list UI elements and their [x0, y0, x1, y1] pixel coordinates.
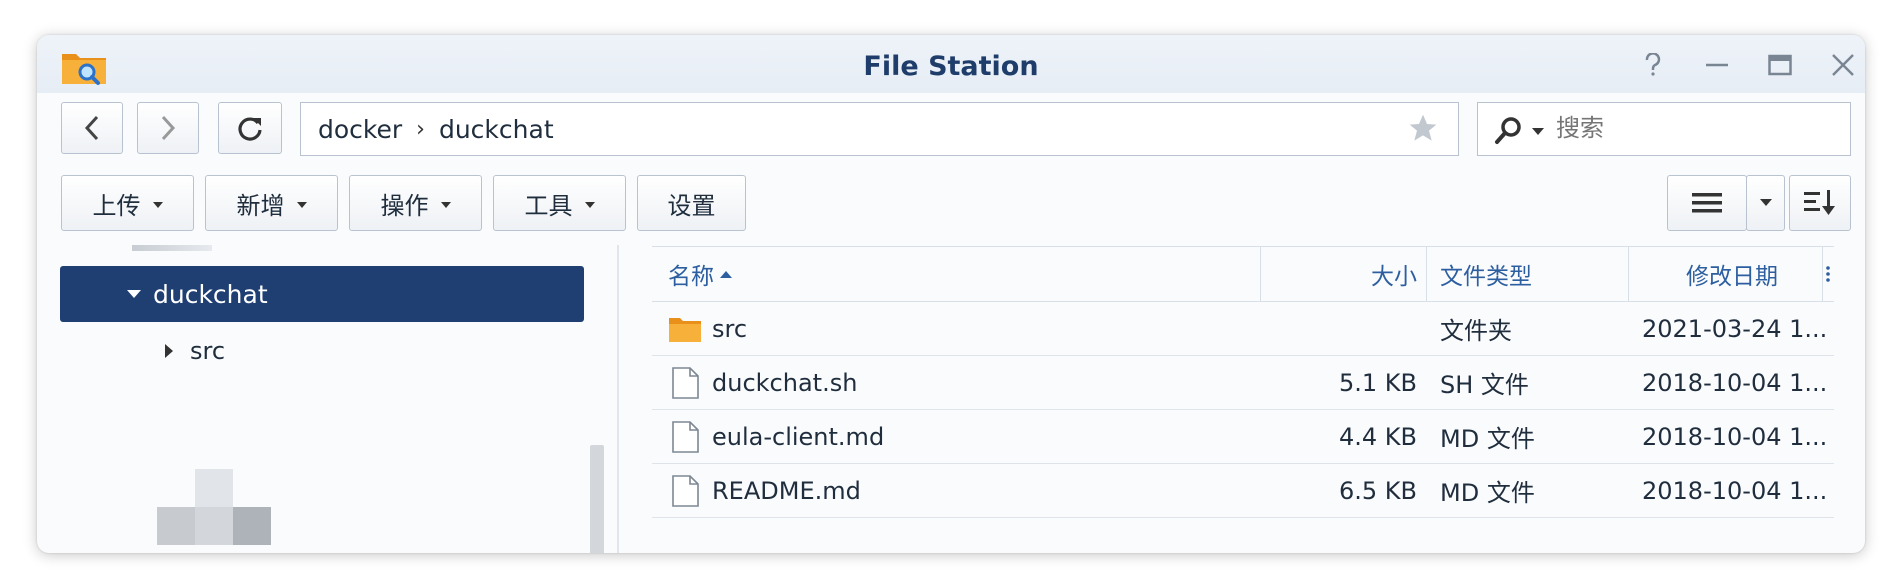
more-vertical-icon: [1826, 266, 1830, 282]
action-button[interactable]: 操作: [349, 175, 482, 231]
file-icon: [672, 474, 699, 507]
table-row[interactable]: duckchat.sh 5.1 KB SH 文件 2018-10-04 1...: [652, 356, 1834, 410]
upload-button[interactable]: 上传: [61, 175, 194, 231]
settings-button[interactable]: 设置: [637, 175, 746, 231]
column-type-header[interactable]: 文件类型: [1440, 247, 1532, 301]
maximize-button[interactable]: [1765, 51, 1795, 79]
folder-tree: duckchat src: [37, 245, 609, 553]
folder-icon: [669, 317, 701, 342]
breadcrumb-duckchat[interactable]: duckchat: [439, 115, 554, 144]
create-label: 新增: [236, 191, 285, 220]
column-modified-header[interactable]: 修改日期: [1628, 247, 1778, 301]
file-name-cell: duckchat.sh: [668, 356, 857, 409]
tree-item-src[interactable]: src: [165, 337, 225, 365]
file-type: MD 文件: [1440, 479, 1535, 507]
tree-partial-item: [132, 245, 212, 251]
file-list: 名称 大小 文件类型 修改日期 src 文件夹 2021-03-24 1... …: [652, 246, 1834, 518]
file-icon: [672, 366, 699, 399]
file-name-cell: src: [668, 302, 747, 355]
path-bar[interactable]: docker › duckchat: [300, 102, 1459, 156]
view-mode-button[interactable]: [1667, 175, 1747, 231]
file-icon: [672, 420, 699, 453]
tree-item-label: duckchat: [153, 279, 268, 309]
chevron-left-icon: [84, 115, 99, 141]
column-name-header[interactable]: 名称: [668, 247, 732, 301]
minimize-button[interactable]: [1702, 51, 1732, 79]
file-size: 6.5 KB: [1339, 476, 1417, 505]
table-row[interactable]: eula-client.md 4.4 KB MD 文件 2018-10-04 1…: [652, 410, 1834, 464]
file-list-header: 名称 大小 文件类型 修改日期: [652, 246, 1834, 302]
column-modified-label: 修改日期: [1686, 264, 1778, 290]
search-input[interactable]: [1556, 114, 1826, 142]
breadcrumb-docker[interactable]: docker: [318, 115, 402, 144]
file-name-cell: README.md: [668, 464, 861, 517]
caret-down-icon: [127, 289, 141, 298]
window-title: File Station: [863, 51, 1039, 82]
close-button[interactable]: [1828, 51, 1858, 79]
upload-label: 上传: [92, 191, 141, 220]
chevron-right-icon: [161, 115, 176, 141]
title-bar: File Station: [37, 35, 1865, 93]
back-button[interactable]: [61, 102, 123, 154]
file-name: src: [712, 314, 748, 343]
column-name-label: 名称: [668, 264, 714, 290]
create-button[interactable]: 新增: [205, 175, 338, 231]
tools-label: 工具: [524, 191, 573, 220]
file-type: SH 文件: [1440, 371, 1529, 399]
table-row[interactable]: src 文件夹 2021-03-24 1...: [652, 302, 1834, 356]
file-size: [1260, 302, 1417, 355]
file-type: MD 文件: [1440, 425, 1535, 453]
tree-item-label: src: [190, 337, 226, 365]
table-row[interactable]: README.md 6.5 KB MD 文件 2018-10-04 1...: [652, 464, 1834, 518]
caret-down-icon: [152, 201, 163, 208]
view-mode-dropdown[interactable]: [1746, 175, 1785, 231]
help-icon: [1645, 53, 1661, 76]
caret-down-icon: [440, 201, 451, 208]
forward-button[interactable]: [137, 102, 199, 154]
chevron-right-icon: ›: [416, 116, 425, 142]
refresh-icon: [238, 117, 262, 141]
sort-button[interactable]: [1789, 175, 1851, 231]
file-modified: 2018-10-04 1...: [1642, 368, 1828, 397]
sort-icon: [1804, 190, 1835, 215]
favorite-star-icon[interactable]: [1407, 112, 1439, 144]
file-name: eula-client.md: [712, 422, 885, 451]
file-name: README.md: [712, 476, 861, 505]
list-view-icon: [1692, 193, 1722, 213]
refresh-button[interactable]: [218, 102, 282, 154]
tools-button[interactable]: 工具: [493, 175, 626, 231]
column-size-label: 大小: [1371, 264, 1417, 290]
settings-label: 设置: [667, 191, 716, 220]
file-name: duckchat.sh: [712, 368, 858, 397]
close-icon: [1832, 54, 1854, 76]
column-divider[interactable]: [1426, 247, 1427, 301]
maximize-icon: [1768, 54, 1792, 76]
chevron-down-icon: [1759, 199, 1772, 206]
file-size: 4.4 KB: [1339, 422, 1417, 451]
file-name-cell: eula-client.md: [668, 410, 884, 463]
caret-right-icon: [165, 344, 173, 358]
column-type-label: 文件类型: [1440, 264, 1532, 290]
file-modified: 2021-03-24 1...: [1642, 314, 1828, 343]
help-button[interactable]: [1638, 51, 1668, 79]
search-box[interactable]: [1477, 102, 1851, 156]
tree-scrollbar[interactable]: [590, 445, 604, 553]
column-menu-button[interactable]: [1822, 247, 1834, 301]
file-size: 5.1 KB: [1339, 368, 1417, 397]
caret-down-icon: [296, 201, 307, 208]
sort-ascending-icon: [720, 271, 732, 278]
file-modified: 2018-10-04 1...: [1642, 476, 1828, 505]
file-type: 文件夹: [1440, 317, 1512, 345]
file-station-window: File Station docker › duckchat 上传: [37, 35, 1865, 553]
caret-down-icon: [584, 201, 595, 208]
chevron-down-icon[interactable]: [1532, 128, 1544, 136]
file-modified: 2018-10-04 1...: [1642, 422, 1828, 451]
search-icon: [1495, 117, 1521, 144]
tree-item-duckchat[interactable]: duckchat: [60, 266, 584, 322]
pane-splitter[interactable]: [617, 245, 619, 553]
minimize-icon: [1706, 63, 1728, 67]
action-label: 操作: [380, 191, 429, 220]
column-size-header[interactable]: 大小: [1260, 247, 1417, 301]
